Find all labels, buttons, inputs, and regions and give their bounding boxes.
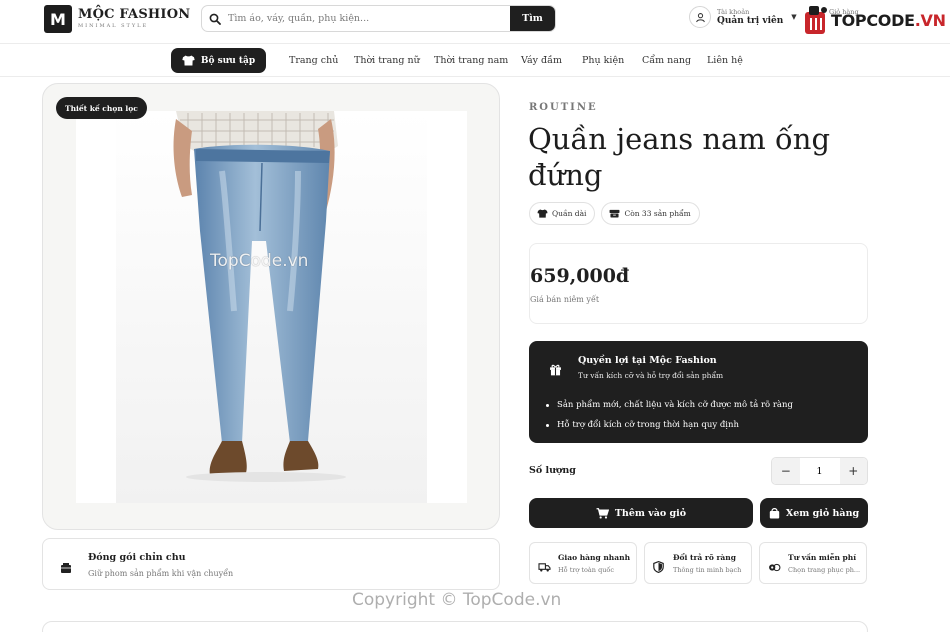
price-card: 659,000đ Giá bán niêm yết	[529, 243, 868, 324]
feature-shipping: Giao hàng nhanh Hỗ trợ toàn quốc	[529, 542, 637, 584]
logo-name: MỘC FASHION	[78, 7, 191, 22]
benefits-list: Sản phẩm mới, chất liệu và kích cỡ được …	[546, 395, 793, 435]
main-nav: Bộ sưu tập Trang chủ Thời trang nữ Thời …	[0, 45, 950, 77]
quantity-increase-button[interactable]: +	[839, 458, 867, 484]
logo-mark: M	[44, 5, 72, 33]
packaging-subtitle: Giữ phom sản phẩm khi vận chuyển	[88, 569, 234, 578]
product-brand: ROUTINE	[529, 102, 598, 113]
product-image[interactable]	[76, 111, 467, 503]
shirt-icon	[182, 55, 195, 66]
watermark-badge-icon	[803, 4, 829, 36]
search-bar: Tìm	[201, 5, 556, 32]
feature-returns: Đổi trả rõ ràng Thông tin minh bạch	[644, 542, 752, 584]
feature-subtitle: Chọn trang phục ph...	[788, 566, 861, 574]
account-name: Quản trị viên	[717, 15, 784, 26]
gift-icon	[549, 361, 562, 380]
watermark-brand: TOPCODE	[831, 10, 915, 30]
search-input[interactable]	[228, 6, 510, 31]
feature-title: Đổi trả rõ ràng	[673, 553, 736, 562]
boxes-icon	[610, 209, 620, 218]
account-label: Tài khoản	[717, 7, 750, 16]
product-tags: Quần dài Còn 33 sản phẩm	[529, 202, 706, 225]
search-icon	[202, 13, 228, 25]
benefit-item: Sản phẩm mới, chất liệu và kích cỡ được …	[546, 395, 793, 415]
packaging-title: Đóng gói chỉn chu	[88, 552, 186, 563]
view-cart-label: Xem giỏ hàng	[785, 507, 860, 519]
copyright-watermark: Copyright © TopCode.vn	[352, 590, 562, 610]
quantity-input[interactable]	[799, 458, 840, 484]
stock-tag-label: Còn 33 sản phẩm	[624, 209, 691, 218]
benefits-card: Quyền lợi tại Mộc Fashion Tư vấn kích cỡ…	[529, 341, 868, 443]
benefit-item: Hỗ trợ đổi kích cỡ trong thời hạn quy đị…	[546, 415, 793, 435]
nav-link-men[interactable]: Thời trang nam	[434, 55, 508, 66]
feature-consulting: Tư vấn miễn phí Chọn trang phục ph...	[759, 542, 867, 584]
logo-tagline: MINIMAL STYLE	[78, 23, 149, 29]
product-gallery: Thiết kế chọn lọc TopCode.vn	[42, 83, 500, 530]
product-price: 659,000đ	[530, 265, 630, 287]
quantity-label: Số lượng	[529, 465, 576, 476]
view-cart-button[interactable]: Xem giỏ hàng	[760, 498, 868, 528]
benefits-subtitle: Tư vấn kích cỡ và hỗ trợ đổi sản phẩm	[578, 371, 724, 380]
shipping-icon	[538, 558, 551, 577]
quantity-stepper: − +	[771, 457, 868, 485]
feature-title: Tư vấn miễn phí	[788, 553, 857, 562]
cart-icon	[596, 507, 609, 519]
feature-title: Giao hàng nhanh	[558, 553, 631, 562]
chevron-down-icon: ▼	[791, 13, 797, 21]
site-logo[interactable]: M MỘC FASHION MINIMAL STYLE	[44, 5, 190, 33]
nav-link-contact[interactable]: Liên hệ	[707, 55, 743, 66]
user-icon	[689, 6, 711, 28]
shield-icon	[653, 558, 664, 577]
handshake-icon	[768, 558, 781, 577]
price-note: Giá bán niêm yết	[530, 295, 600, 304]
add-to-cart-label: Thêm vào giỏ	[614, 507, 687, 519]
nav-link-guide[interactable]: Cẩm nang	[642, 55, 691, 66]
nav-link-home[interactable]: Trang chủ	[289, 55, 338, 66]
collection-label: Bộ sưu tập	[200, 55, 256, 66]
quantity-decrease-button[interactable]: −	[772, 458, 800, 484]
add-to-cart-button[interactable]: Thêm vào giỏ	[529, 498, 753, 528]
collection-button[interactable]: Bộ sưu tập	[171, 48, 266, 73]
shopping-bag-icon	[769, 508, 780, 519]
feature-subtitle: Hỗ trợ toàn quốc	[558, 566, 615, 574]
site-header: M MỘC FASHION MINIMAL STYLE Tìm Tài khoả…	[0, 0, 950, 44]
section-divider	[42, 621, 868, 632]
benefits-title: Quyền lợi tại Mộc Fashion	[578, 355, 717, 366]
curated-badge: Thiết kế chọn lọc	[56, 97, 147, 119]
search-button[interactable]: Tìm	[510, 6, 555, 31]
stock-tag: Còn 33 sản phẩm	[601, 202, 700, 225]
nav-link-accessories[interactable]: Phụ kiện	[582, 55, 624, 66]
image-watermark: TopCode.vn	[210, 251, 309, 271]
box-icon	[60, 559, 72, 578]
feature-subtitle: Thông tin minh bạch	[673, 566, 742, 574]
watermark-logo: TOPCODE.VN	[803, 4, 946, 36]
nav-link-women[interactable]: Thời trang nữ	[354, 55, 420, 66]
watermark-tld: .VN	[914, 10, 946, 30]
category-tag: Quần dài	[529, 202, 596, 225]
category-tag-label: Quần dài	[552, 209, 587, 218]
account-menu[interactable]: Tài khoản Quản trị viên ▼	[689, 6, 797, 28]
packaging-card: Đóng gói chỉn chu Giữ phom sản phẩm khi …	[42, 538, 500, 590]
shirt-icon	[537, 209, 548, 218]
nav-link-dresses[interactable]: Váy đầm	[521, 55, 562, 66]
product-title: Quần jeans nam ống đứng	[528, 122, 831, 192]
